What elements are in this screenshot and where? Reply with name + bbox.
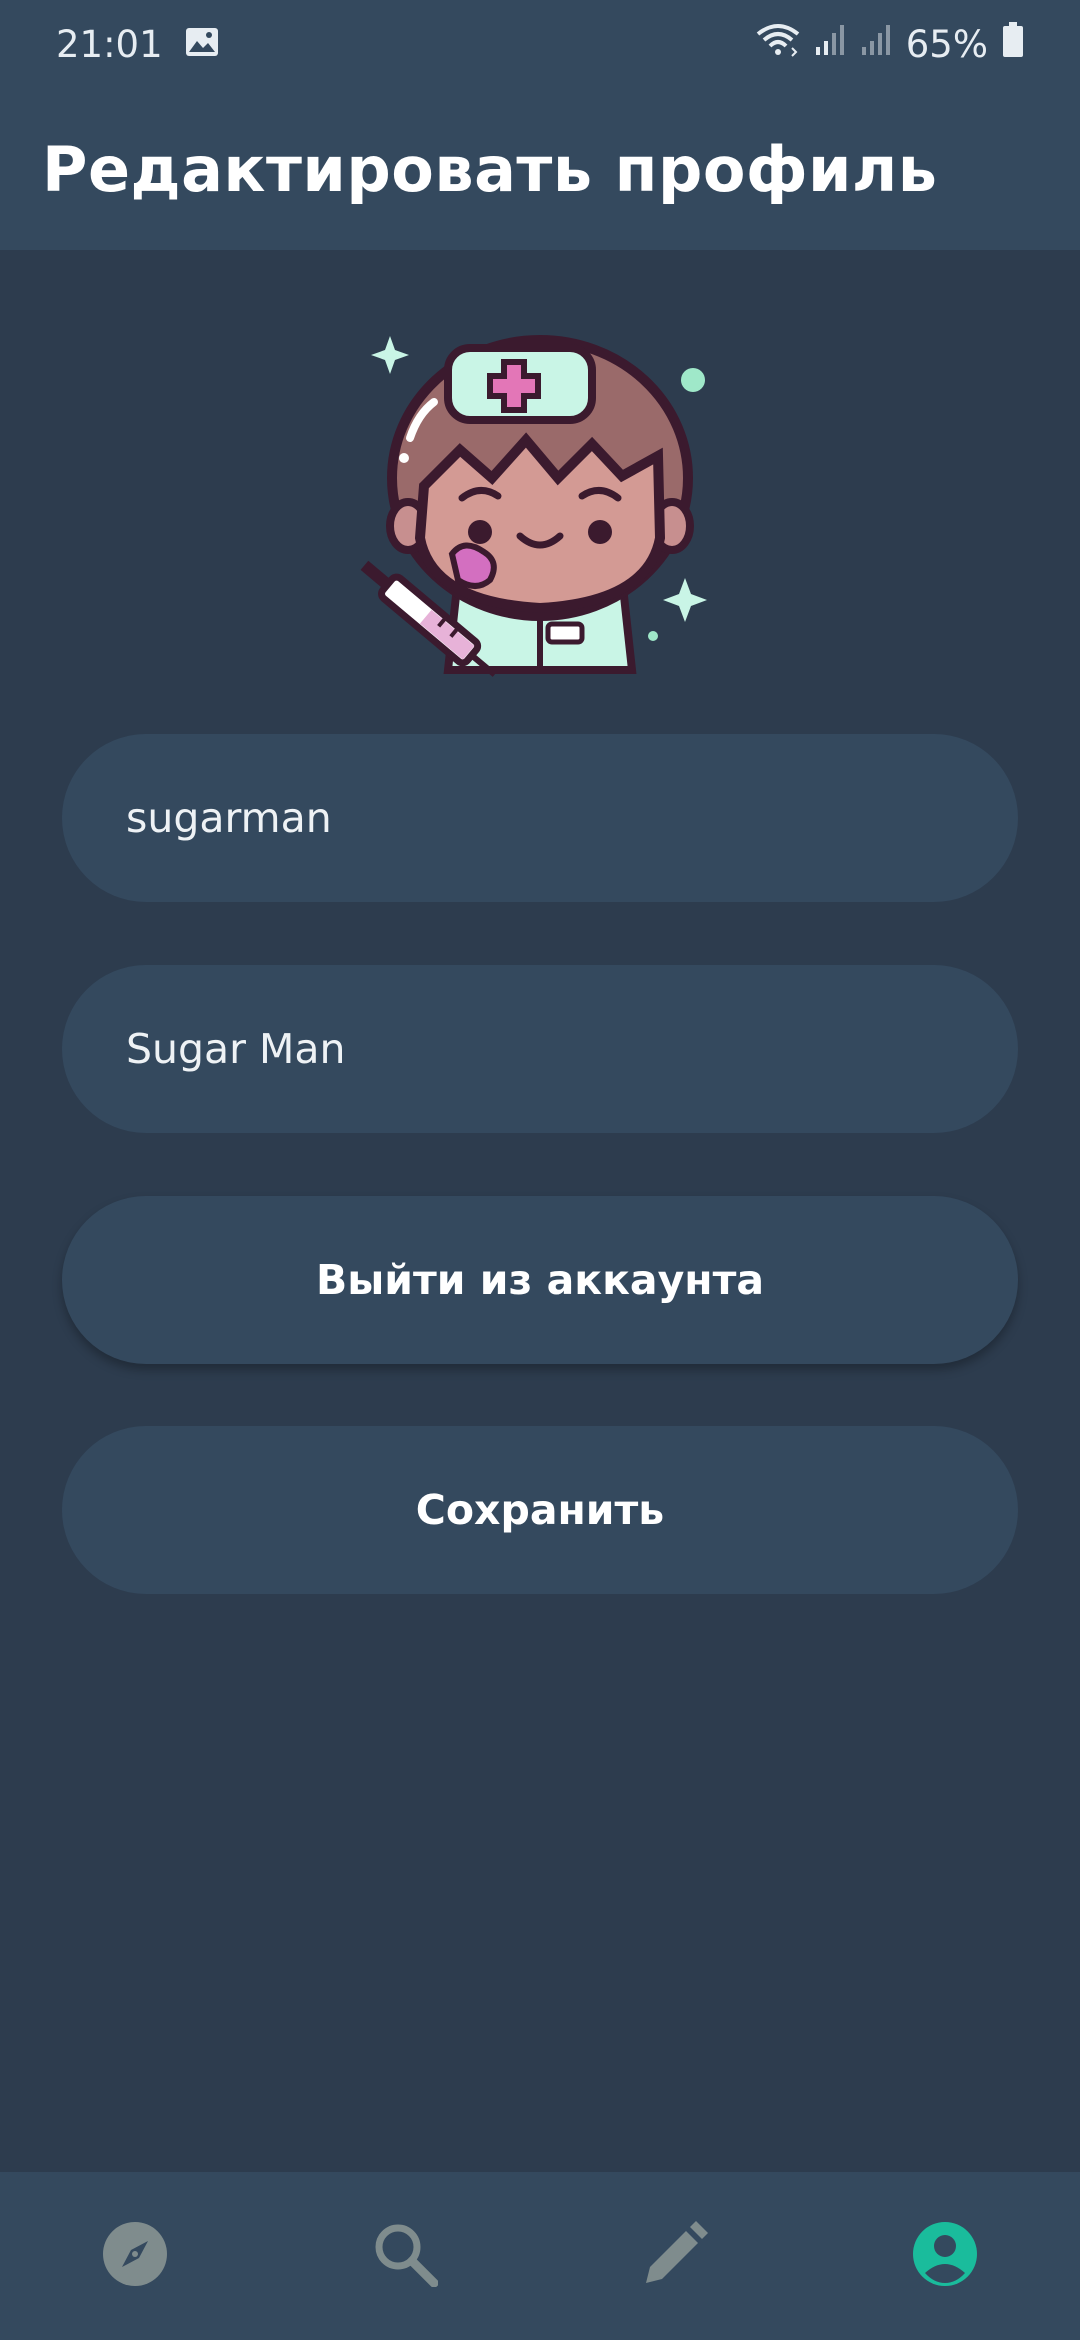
signal-icon-2 [860, 23, 892, 66]
logout-button-label: Выйти из аккаунта [315, 1256, 765, 1304]
username-field-value: sugarman [126, 794, 332, 842]
status-left: 21:01 [56, 23, 219, 66]
save-button[interactable]: Сохранить [62, 1426, 1018, 1594]
search-icon [372, 2221, 439, 2291]
wifi-icon [756, 22, 800, 67]
bottom-navigation [0, 2172, 1080, 2340]
image-icon [185, 23, 219, 66]
status-bar: 21:01 65% [0, 0, 1080, 88]
status-right: 65% [756, 21, 1024, 67]
display-name-field-value: Sugar Man [126, 1025, 346, 1073]
edit-profile-screen: 21:01 65% Редактировать профиль sugarman… [0, 0, 1080, 2340]
save-button-label: Сохранить [415, 1486, 665, 1534]
nurse-avatar-icon [360, 318, 720, 678]
pencil-icon [642, 2221, 708, 2291]
battery-icon [1002, 21, 1024, 67]
page-title: Редактировать профиль [42, 132, 938, 206]
status-time: 21:01 [56, 22, 163, 66]
display-name-field[interactable]: Sugar Man [62, 965, 1018, 1133]
logout-button[interactable]: Выйти из аккаунта [62, 1196, 1018, 1364]
nav-item-explore[interactable] [75, 2196, 195, 2316]
nav-item-account[interactable] [885, 2196, 1005, 2316]
compass-icon [102, 2221, 168, 2291]
battery-percent: 65% [905, 22, 988, 66]
username-field[interactable]: sugarman [62, 734, 1018, 902]
signal-icon [814, 23, 846, 66]
app-bar: Редактировать профиль [0, 88, 1080, 250]
nav-item-edit[interactable] [615, 2196, 735, 2316]
account-icon [912, 2221, 978, 2291]
nav-item-search[interactable] [345, 2196, 465, 2316]
